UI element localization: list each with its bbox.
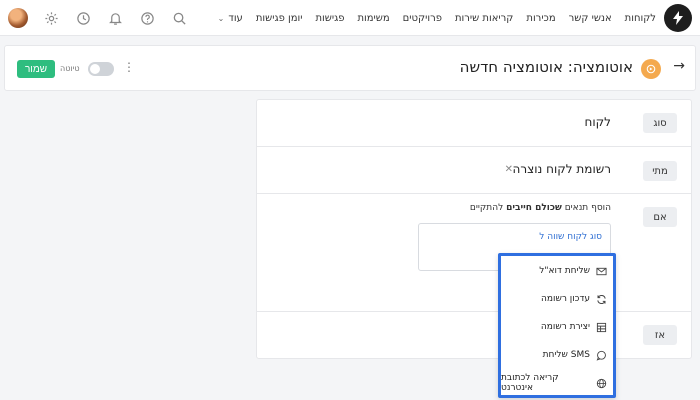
dropdown-item-label: שליחת SMS: [542, 350, 590, 360]
dropdown-item-create-record[interactable]: יצירת רשומה: [501, 313, 613, 341]
nav-links: לקוחות אנשי קשר מכירות קריאות שירות פרוי…: [218, 0, 656, 36]
type-row: סוג לקוח: [257, 100, 691, 147]
type-value[interactable]: לקוח: [585, 115, 611, 129]
top-navigation: לקוחות אנשי קשר מכירות קריאות שירות פרוי…: [0, 0, 700, 36]
action-dropdown: שליחת דוא"ל עדכון רשומה יצירת רשומה שליח…: [498, 253, 616, 398]
gear-icon[interactable]: [42, 9, 60, 27]
user-avatar[interactable]: [8, 8, 28, 28]
bell-icon[interactable]: [106, 9, 124, 27]
if-label: אם: [643, 207, 677, 227]
conditions-instruction: הוסף תנאים שכולם חייבים להתקיים: [470, 203, 611, 213]
dropdown-item-send-sms[interactable]: שליחת SMS: [501, 341, 613, 369]
chevron-down-icon: ⌄: [217, 13, 225, 23]
dropdown-item-label: שליחת דוא"ל: [539, 266, 590, 276]
dropdown-item-label: עדכון רשומה: [541, 294, 590, 304]
instruction-post: להתקיים: [469, 203, 504, 213]
more-options-icon[interactable]: ⋮: [123, 60, 135, 74]
app-logo[interactable]: [664, 4, 692, 32]
search-icon[interactable]: [170, 9, 188, 27]
when-value[interactable]: רשומת לקוח נוצרה: [513, 162, 611, 176]
nav-item-service-calls[interactable]: קריאות שירות: [455, 13, 513, 24]
clock-icon[interactable]: [74, 9, 92, 27]
globe-icon: [596, 378, 607, 389]
nav-item-meetings[interactable]: פגישות: [315, 13, 344, 24]
dropdown-item-label: קריאה לכתובת אינטרנט: [501, 373, 559, 393]
condition-link[interactable]: סוג לקוח שווה ל: [539, 232, 602, 242]
chat-bubble-icon: [596, 350, 607, 361]
if-row: אם הוסף תנאים שכולם חייבים להתקיים סוג ל…: [257, 194, 691, 312]
automation-icon: [641, 59, 661, 79]
envelope-icon: [596, 266, 607, 277]
nav-utility-icons: [8, 6, 188, 30]
nav-more-label: עוד: [228, 12, 243, 24]
instruction-bold: שכולם חייבים: [506, 203, 562, 213]
nav-item-customers[interactable]: לקוחות: [625, 13, 656, 24]
draft-toggle[interactable]: [88, 62, 114, 76]
when-row: מתי רשומת לקוח נוצרה ✕: [257, 147, 691, 194]
nav-item-calendar[interactable]: יומן פגישות: [256, 13, 303, 24]
nav-item-contacts[interactable]: אנשי קשר: [569, 13, 612, 24]
dropdown-item-webhook[interactable]: קריאה לכתובת אינטרנט: [501, 369, 613, 397]
automation-rule-card: סוג לקוח מתי רשומת לקוח נוצרה ✕ אם הוסף …: [256, 99, 692, 359]
instruction-pre: הוסף תנאים: [564, 203, 611, 213]
refresh-icon: [596, 294, 607, 305]
nav-item-sales[interactable]: מכירות: [526, 13, 555, 24]
help-icon[interactable]: [138, 9, 156, 27]
nav-item-projects[interactable]: פרויקטים: [403, 13, 442, 24]
dropdown-item-label: יצירת רשומה: [540, 322, 590, 332]
close-icon[interactable]: ✕: [505, 164, 513, 175]
page-header: → אוטומציה: אוטומציה חדשה ⋮ טיוטה שמור: [4, 45, 696, 91]
table-icon: [596, 322, 607, 333]
save-button[interactable]: שמור: [17, 60, 55, 78]
dropdown-item-update-record[interactable]: עדכון רשומה: [501, 285, 613, 313]
when-label: מתי: [643, 161, 677, 181]
draft-label: טיוטה: [60, 64, 80, 73]
type-label: סוג: [643, 113, 677, 133]
then-row: אז: [257, 312, 691, 359]
nav-more-menu[interactable]: עוד ⌄: [218, 13, 243, 24]
page-title: אוטומציה: אוטומציה חדשה: [459, 58, 633, 76]
bolt-icon: [673, 11, 683, 25]
back-arrow-icon[interactable]: →: [673, 58, 685, 74]
dropdown-item-send-email[interactable]: שליחת דוא"ל: [501, 257, 613, 285]
then-label: אז: [643, 325, 677, 345]
nav-item-tasks[interactable]: משימות: [357, 13, 389, 24]
